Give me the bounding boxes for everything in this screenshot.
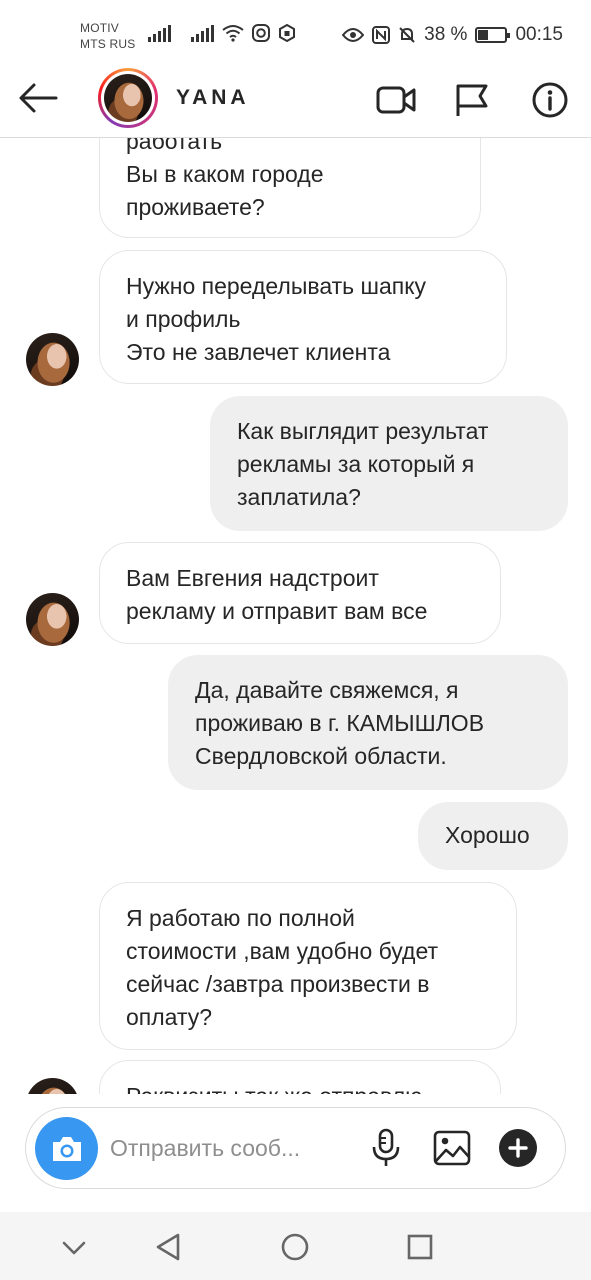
status-icons-left [148,24,296,42]
flag-icon[interactable] [450,80,494,120]
message-bubble[interactable]: Хорошо [418,802,568,870]
carrier-label: MOTIV MTS RUS [80,20,135,52]
vpn-icon [279,24,295,42]
mute-bell-icon [399,27,415,43]
message-bubble[interactable]: Вам Евгения надстроит рекламу и отправит… [99,542,501,644]
camera-icon [52,1136,81,1161]
status-icons-right: 38 % 00:15 [342,24,563,46]
message-thread[interactable]: работать Вы в каком городе проживаете? Н… [0,138,591,1094]
system-navigation-bar [0,1212,591,1280]
battery-percent: 38 % [424,24,468,45]
message-text: Хорошо [445,822,530,848]
message-bubble[interactable]: Я работаю по полной стоимости ,вам удобн… [99,882,517,1050]
microphone-icon[interactable] [366,1128,406,1168]
contact-name[interactable]: YANA [176,86,250,110]
wifi-icon [222,25,244,42]
message-composer [25,1107,566,1189]
back-triangle-icon[interactable] [150,1229,186,1265]
message-text: Вам Евгения надстроит рекламу и отправит… [126,565,428,624]
message-bubble[interactable]: Реквизиты так же отправлю [99,1060,501,1094]
chat-header: YANA [0,66,591,138]
signal-icon [191,24,214,42]
message-text: Нужно переделывать шапку и профиль Это н… [126,273,427,365]
message-bubble[interactable]: Да, давайте свяжемся, я проживаю в г. КА… [168,655,568,790]
plus-icon[interactable] [498,1128,538,1168]
message-bubble[interactable]: работать Вы в каком городе проживаете? [99,138,481,238]
signal-icon [148,24,171,42]
clock: 00:15 [515,24,563,45]
info-icon[interactable] [528,80,572,120]
eye-icon [342,28,365,42]
message-text: Я работаю по полной стоимости ,вам удобн… [126,905,439,1030]
message-bubble[interactable]: Как выглядит результат рекламы за которы… [210,396,568,531]
recents-square-icon[interactable] [402,1229,438,1265]
nfc-icon [372,26,391,44]
sender-avatar[interactable] [26,593,79,646]
avatar-photo [104,74,152,122]
carrier-line-1: MOTIV [80,21,119,35]
chevron-down-icon[interactable] [56,1229,92,1265]
camera-button[interactable] [35,1117,98,1180]
message-bubble[interactable]: Нужно переделывать шапку и профиль Это н… [99,250,507,384]
status-bar: MOTIV MTS RUS 38 % 00:15 [0,0,591,66]
video-call-icon[interactable] [374,80,418,120]
message-text: Как выглядит результат рекламы за которы… [237,418,489,510]
gallery-icon[interactable] [432,1128,472,1168]
message-text: Да, давайте свяжемся, я проживаю в г. КА… [195,677,485,769]
avatar-ring-inner [101,71,155,125]
battery-icon [475,27,511,43]
contact-avatar[interactable] [98,68,158,128]
message-text: работать Вы в каком городе проживаете? [126,138,324,220]
sender-avatar[interactable] [26,1078,79,1094]
home-circle-icon[interactable] [277,1229,313,1265]
carrier-line-2: MTS RUS [80,37,136,51]
message-input[interactable] [110,1129,340,1167]
message-text: Реквизиты так же отправлю [126,1080,480,1094]
back-arrow-icon[interactable] [16,80,62,116]
instagram-icon [252,24,270,42]
sender-avatar[interactable] [26,333,79,386]
